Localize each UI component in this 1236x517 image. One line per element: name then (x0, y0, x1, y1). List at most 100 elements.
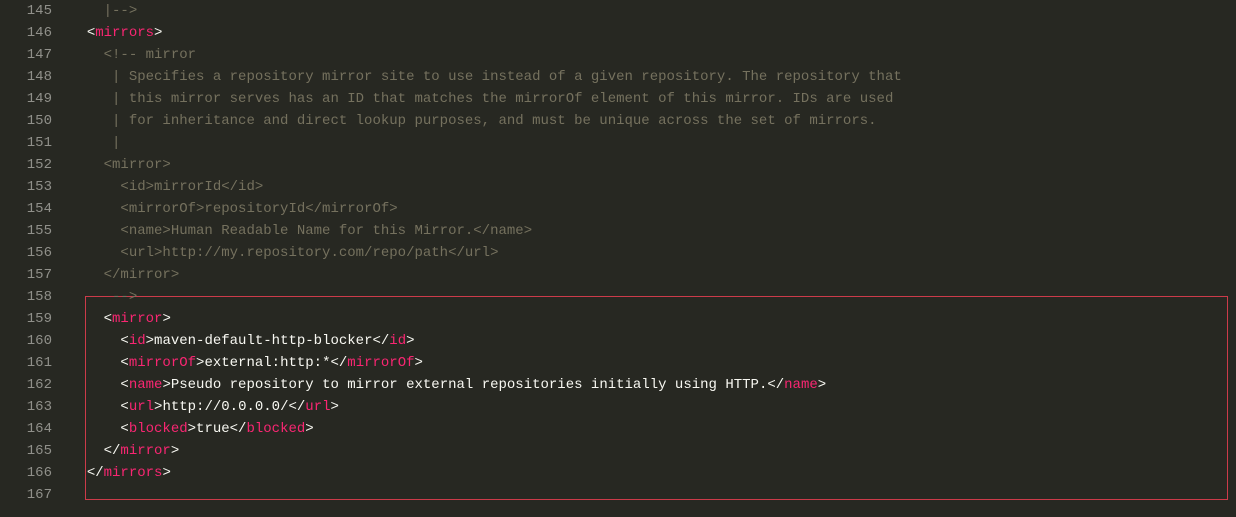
line-number: 159 (0, 308, 52, 330)
code-token: </ (104, 443, 121, 459)
line-number: 146 (0, 22, 52, 44)
line-number: 154 (0, 198, 52, 220)
line-number: 153 (0, 176, 52, 198)
code-token: > (406, 333, 414, 349)
line-number: 157 (0, 264, 52, 286)
code-token: name (784, 377, 818, 393)
code-line: <!-- mirror (70, 44, 1236, 66)
code-token: </ (767, 377, 784, 393)
code-line: <id>mirrorId</id> (70, 176, 1236, 198)
code-line: <mirror> (70, 308, 1236, 330)
code-token: > (154, 25, 162, 41)
code-token: |--> (104, 3, 138, 19)
code-line: --> (70, 286, 1236, 308)
line-number: 161 (0, 352, 52, 374)
line-number: 163 (0, 396, 52, 418)
line-number: 151 (0, 132, 52, 154)
code-token: > (305, 421, 313, 437)
code-token: url (305, 399, 330, 415)
code-line: |--> (70, 0, 1236, 22)
code-token: | Specifies a repository mirror site to … (112, 69, 902, 85)
line-number: 150 (0, 110, 52, 132)
code-token: </ (372, 333, 389, 349)
code-token: blocked (129, 421, 188, 437)
code-token: external:http:* (204, 355, 330, 371)
code-line: | (70, 132, 1236, 154)
code-line: <url>http://my.repository.com/repo/path<… (70, 242, 1236, 264)
code-token: > (415, 355, 423, 371)
code-token: > (818, 377, 826, 393)
code-token: < (120, 399, 128, 415)
code-token: > (171, 443, 179, 459)
code-token: url (129, 399, 154, 415)
code-token: </mirror> (104, 267, 180, 283)
code-token: | this mirror serves has an ID that matc… (112, 91, 893, 107)
line-number: 152 (0, 154, 52, 176)
code-line: | for inheritance and direct lookup purp… (70, 110, 1236, 132)
line-number-gutter: 1451461471481491501511521531541551561571… (0, 0, 70, 517)
code-token: </ (87, 465, 104, 481)
code-token: <url>http://my.repository.com/repo/path<… (120, 245, 498, 261)
code-token: < (87, 25, 95, 41)
code-token: > (331, 399, 339, 415)
code-line: <url>http://0.0.0.0/</url> (70, 396, 1236, 418)
code-token: id (129, 333, 146, 349)
code-token: true (196, 421, 230, 437)
code-token: blocked (246, 421, 305, 437)
line-number: 147 (0, 44, 52, 66)
line-number: 160 (0, 330, 52, 352)
code-token: > (162, 311, 170, 327)
code-token: < (120, 355, 128, 371)
code-token: </ (288, 399, 305, 415)
code-token: mirror (112, 311, 162, 327)
code-line: <name>Pseudo repository to mirror extern… (70, 374, 1236, 396)
line-number: 155 (0, 220, 52, 242)
line-number: 164 (0, 418, 52, 440)
code-token: > (162, 465, 170, 481)
code-token: --> (112, 289, 137, 305)
code-editor[interactable]: 1451461471481491501511521531541551561571… (0, 0, 1236, 517)
code-line: | Specifies a repository mirror site to … (70, 66, 1236, 88)
code-token: mirrorOf (129, 355, 196, 371)
code-token: > (188, 421, 196, 437)
code-token: mirrors (104, 465, 163, 481)
code-token: Pseudo repository to mirror external rep… (171, 377, 768, 393)
code-token: id (389, 333, 406, 349)
code-token: <name>Human Readable Name for this Mirro… (120, 223, 532, 239)
code-line (70, 484, 1236, 506)
line-number: 165 (0, 440, 52, 462)
code-line: </mirrors> (70, 462, 1236, 484)
line-number: 167 (0, 484, 52, 506)
code-area[interactable]: |--> <mirrors> <!-- mirror | Specifies a… (70, 0, 1236, 517)
code-line: </mirror> (70, 264, 1236, 286)
code-token: < (104, 311, 112, 327)
code-token: <mirrorOf>repositoryId</mirrorOf> (120, 201, 397, 217)
code-token: < (120, 333, 128, 349)
line-number: 149 (0, 88, 52, 110)
code-token: | for inheritance and direct lookup purp… (112, 113, 877, 129)
code-token: < (120, 377, 128, 393)
code-token: > (162, 377, 170, 393)
code-line: <mirrorOf>repositoryId</mirrorOf> (70, 198, 1236, 220)
line-number: 156 (0, 242, 52, 264)
code-line: </mirror> (70, 440, 1236, 462)
code-line: <name>Human Readable Name for this Mirro… (70, 220, 1236, 242)
code-token: <mirror> (104, 157, 171, 173)
code-token: | (112, 135, 120, 151)
code-token: </ (230, 421, 247, 437)
code-line: <id>maven-default-http-blocker</id> (70, 330, 1236, 352)
code-line: <blocked>true</blocked> (70, 418, 1236, 440)
code-token: maven-default-http-blocker (154, 333, 372, 349)
line-number: 166 (0, 462, 52, 484)
code-lines: |--> <mirrors> <!-- mirror | Specifies a… (70, 0, 1236, 506)
line-number: 158 (0, 286, 52, 308)
code-token: mirror (120, 443, 170, 459)
code-token: mirrors (95, 25, 154, 41)
code-line: <mirrors> (70, 22, 1236, 44)
code-line: <mirrorOf>external:http:*</mirrorOf> (70, 352, 1236, 374)
code-line: | this mirror serves has an ID that matc… (70, 88, 1236, 110)
line-number: 145 (0, 0, 52, 22)
code-token: </ (330, 355, 347, 371)
line-number: 148 (0, 66, 52, 88)
code-token: <id>mirrorId</id> (120, 179, 263, 195)
